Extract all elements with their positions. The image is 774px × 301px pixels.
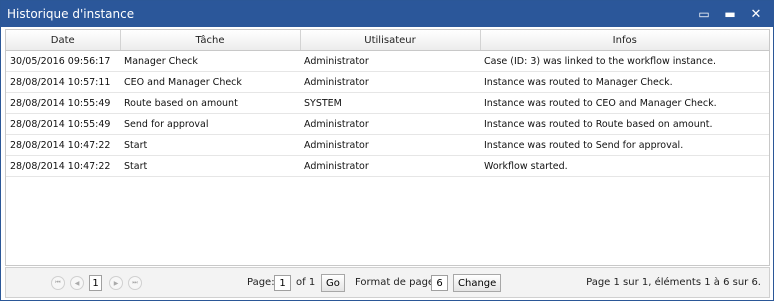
cell-date: 30/05/2016 09:56:17 (6, 50, 120, 72)
column-header-user[interactable]: Utilisateur (300, 30, 481, 51)
close-icon[interactable]: ✕ (747, 5, 765, 23)
cell-task: CEO and Manager Check (120, 71, 300, 93)
cell-user: Administrator (300, 155, 480, 177)
table-row[interactable]: 28/08/2014 10:57:11 CEO and Manager Chec… (6, 71, 769, 93)
previous-page-icon[interactable]: ◀ (70, 276, 84, 290)
cell-date: 28/08/2014 10:47:22 (6, 134, 120, 156)
cell-user: Administrator (300, 113, 480, 135)
change-button[interactable]: Change (453, 274, 502, 292)
pager-status: Page 1 sur 1, éléments 1 à 6 sur 6. (586, 277, 761, 288)
page-count-label: of 1 (296, 277, 316, 288)
table-row[interactable]: 28/08/2014 10:55:49 Send for approval Ad… (6, 113, 769, 135)
cell-date: 28/08/2014 10:55:49 (6, 113, 120, 135)
cell-date: 28/08/2014 10:47:22 (6, 155, 120, 177)
table-row[interactable]: 28/08/2014 10:55:49 Route based on amoun… (6, 92, 769, 114)
cell-info: Workflow started. (480, 155, 769, 177)
current-page-button[interactable]: 1 (89, 275, 102, 291)
next-page-icon[interactable]: ▶ (109, 276, 123, 290)
cell-info: Case (ID: 3) was linked to the workflow … (480, 50, 769, 72)
cell-task: Start (120, 134, 300, 156)
column-header-task[interactable]: Tâche (120, 30, 301, 51)
table-row[interactable]: 28/08/2014 10:47:22 Start Administrator … (6, 155, 769, 177)
first-page-icon[interactable]: ⏮ (51, 276, 65, 290)
window-title: Historique d'instance (7, 7, 135, 21)
pager-bar: ⏮ ◀ 1 ▶ ⏭ Page: 1 of 1 Go Format de page… (5, 267, 770, 298)
cell-info: Instance was routed to Manager Check. (480, 71, 769, 93)
page-size-label: Format de page: (355, 277, 438, 288)
page-label: Page: (247, 277, 275, 288)
cell-task: Start (120, 155, 300, 177)
cell-task: Send for approval (120, 113, 300, 135)
column-header-date[interactable]: Date (6, 30, 121, 51)
go-button[interactable]: Go (321, 274, 345, 292)
cell-info: Instance was routed to CEO and Manager C… (480, 92, 769, 114)
cell-user: Administrator (300, 50, 480, 72)
cell-info: Instance was routed to Send for approval… (480, 134, 769, 156)
cell-user: Administrator (300, 71, 480, 93)
page-size-input[interactable]: 6 (431, 275, 448, 291)
last-page-icon[interactable]: ⏭ (128, 276, 142, 290)
column-header-info[interactable]: Infos (480, 30, 769, 51)
cell-user: SYSTEM (300, 92, 480, 114)
pin-icon[interactable]: ▭ (695, 5, 713, 23)
cell-date: 28/08/2014 10:55:49 (6, 92, 120, 114)
table-row[interactable]: 28/08/2014 10:47:22 Start Administrator … (6, 134, 769, 156)
history-grid: Date Tâche Utilisateur Infos 30/05/2016 … (5, 29, 770, 266)
cell-task: Manager Check (120, 50, 300, 72)
title-bar: Historique d'instance ▭ ▬ ✕ (1, 1, 773, 27)
table-row[interactable]: 30/05/2016 09:56:17 Manager Check Admini… (6, 50, 769, 72)
cell-task: Route based on amount (120, 92, 300, 114)
instance-history-window: Historique d'instance ▭ ▬ ✕ Date Tâche U… (0, 0, 774, 301)
header-row: Date Tâche Utilisateur Infos (6, 30, 769, 51)
page-input[interactable]: 1 (274, 275, 291, 291)
cell-info: Instance was routed to Route based on am… (480, 113, 769, 135)
cell-user: Administrator (300, 134, 480, 156)
cell-date: 28/08/2014 10:57:11 (6, 71, 120, 93)
minimize-icon[interactable]: ▬ (721, 5, 739, 23)
